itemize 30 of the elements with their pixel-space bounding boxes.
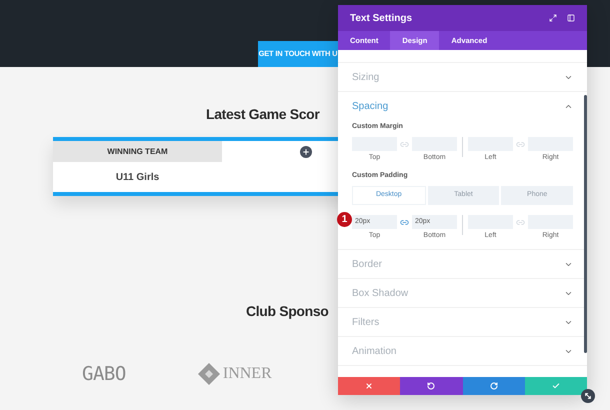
- undo-button[interactable]: [400, 377, 462, 395]
- redo-icon: [490, 382, 498, 390]
- link-icon[interactable]: [516, 218, 525, 226]
- link-icon[interactable]: [516, 140, 525, 148]
- section-header[interactable]: Animation: [352, 337, 573, 365]
- undo-icon: [427, 382, 436, 390]
- section-heading: Latest Game Scor: [206, 105, 320, 124]
- check-icon: [552, 382, 560, 390]
- close-icon: [365, 382, 374, 390]
- panel-title: Text Settings: [350, 12, 412, 26]
- sidebar-icon[interactable]: [567, 14, 575, 22]
- resize-handle[interactable]: [581, 389, 595, 403]
- section-header[interactable]: Box Shadow: [352, 279, 573, 307]
- sponsor-logo: INNER: [222, 364, 272, 384]
- add-icon[interactable]: [300, 146, 312, 158]
- link-icon[interactable]: [400, 218, 409, 226]
- section-header[interactable]: Sizing: [352, 63, 573, 91]
- column-header: WINNING TEAM: [53, 141, 222, 162]
- table-cell-text: U11 Girls: [114, 170, 160, 184]
- cancel-button[interactable]: [338, 377, 400, 395]
- link-icon[interactable]: [400, 140, 409, 148]
- redo-button[interactable]: [462, 377, 525, 395]
- scrollbar[interactable]: [584, 95, 587, 353]
- section-header[interactable]: Filters: [352, 308, 573, 336]
- section-heading: Club Sponso: [246, 302, 328, 321]
- sponsor-logo: GABO: [82, 362, 126, 387]
- expand-icon[interactable]: [549, 14, 557, 22]
- section-header[interactable]: Spacing: [352, 92, 573, 120]
- section-header[interactable]: Border: [352, 250, 573, 278]
- diamond-icon: [198, 363, 220, 386]
